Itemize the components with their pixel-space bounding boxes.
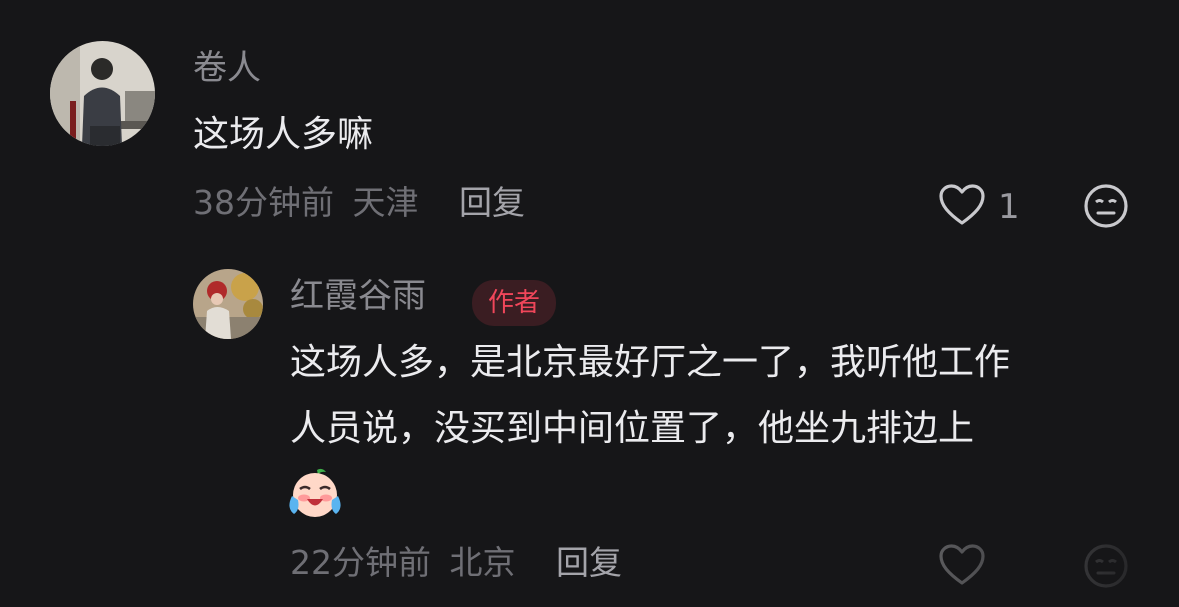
- bottom-fade-overlay: [900, 540, 1179, 607]
- heart-icon: [938, 183, 986, 231]
- meh-face-icon[interactable]: [1083, 183, 1129, 233]
- avatar[interactable]: [50, 41, 155, 146]
- crying-laughing-emoji: [286, 466, 344, 524]
- comment-meta: 38分钟前 天津 回复: [193, 186, 525, 219]
- avatar[interactable]: [193, 269, 263, 339]
- username[interactable]: 卷人: [193, 51, 261, 85]
- username[interactable]: 红霞谷雨: [290, 279, 426, 313]
- comment-meta: 22分钟前 北京 回复: [290, 546, 622, 579]
- location: 北京: [449, 543, 516, 582]
- like-count: 1: [998, 187, 1020, 227]
- reply-button[interactable]: 回复: [459, 183, 525, 222]
- timestamp: 38分钟前: [193, 183, 334, 222]
- reply-button[interactable]: 回复: [556, 543, 622, 582]
- comment-text-line-1: 这场人多，是北京最好厅之一了，我听他工作: [290, 342, 1011, 383]
- location: 天津: [352, 183, 419, 222]
- comment-text: 这场人多嘛: [193, 114, 374, 155]
- like-button[interactable]: 1: [938, 183, 1020, 231]
- timestamp: 22分钟前: [290, 543, 431, 582]
- author-badge: 作者: [472, 280, 557, 326]
- comment-text-line-2: 人员说，没买到中间位置了，他坐九排边上: [290, 408, 975, 449]
